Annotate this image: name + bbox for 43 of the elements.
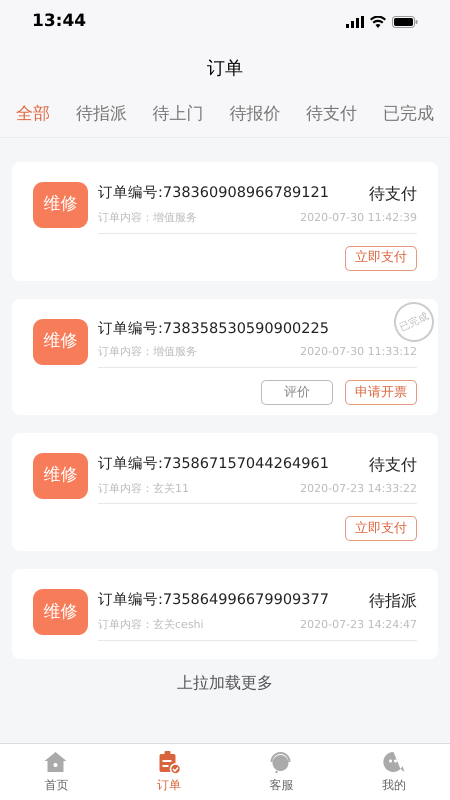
order-card[interactable]: 维修 订单编号:735864996679909377 待指派 订单内容：玄关ceshi 2020-07-23 14:24:47: [12, 569, 438, 659]
filter-tab[interactable]: 待支付: [306, 102, 358, 128]
category-badge: 维修: [33, 452, 88, 499]
order-status: 待支付: [369, 454, 417, 476]
order-card[interactable]: 维修 订单编号:738358530590900225 订单内容：增值服务 2020-07-30 11:33:12 评价 申请开票 已完成: [12, 298, 438, 415]
order-card[interactable]: 维修 订单编号:735867157044264961 待支付 订单内容：玄关11 2020-07-23 14:33:22 立即支付: [12, 432, 438, 552]
load-more-text: 上拉加载更多: [177, 672, 273, 694]
filter-tab[interactable]: 全部: [16, 102, 50, 128]
signal-icon: [346, 16, 364, 28]
order-content: 订单内容：增值服务: [98, 210, 197, 226]
order-status: 待支付: [369, 183, 417, 205]
order-number: 订单编号:735864996679909377: [98, 591, 329, 610]
filter-tab[interactable]: 待指派: [76, 102, 127, 128]
order-card[interactable]: 维修 订单编号:738360908966789121 待支付 订单内容：增值服务 2020-07-30 11:42:39 立即支付: [12, 162, 438, 280]
chat-face-icon: [380, 750, 407, 774]
action-button[interactable]: 立即支付: [345, 246, 417, 270]
action-button[interactable]: 申请开票: [345, 380, 417, 405]
battery-icon: [392, 16, 418, 28]
order-status: 待指派: [369, 590, 417, 612]
filter-tab[interactable]: 待报价: [229, 102, 280, 128]
bottom-nav-tab[interactable]: 我的: [338, 744, 450, 800]
order-number: 订单编号:738358530590900225: [98, 320, 329, 338]
action-button[interactable]: 立即支付: [345, 516, 417, 542]
bottom-nav-tab[interactable]: 订单: [112, 744, 225, 800]
order-content: 订单内容：玄关11: [98, 480, 189, 497]
page-title: 订单: [207, 56, 243, 80]
category-badge: 维修: [33, 318, 88, 364]
order-time: 2020-07-23 14:33:22: [300, 480, 417, 497]
category-badge: 维修: [33, 589, 88, 636]
order-content: 订单内容：增值服务: [98, 344, 197, 360]
bottom-nav-tab[interactable]: 首页: [0, 744, 112, 800]
wifi-icon: [370, 16, 386, 28]
order-content: 订单内容：玄关ceshi: [98, 617, 204, 634]
category-badge: 维修: [33, 182, 88, 228]
order-number: 订单编号:738360908966789121: [98, 184, 329, 204]
secondary-button[interactable]: 评价: [261, 380, 333, 405]
order-number: 订单编号:735867157044264961: [98, 454, 329, 474]
status-time: 13:44: [32, 10, 86, 34]
order-time: 2020-07-23 14:24:47: [300, 617, 417, 634]
bottom-nav-tab[interactable]: 客服: [225, 744, 338, 800]
filter-tab[interactable]: 待上门: [152, 102, 204, 128]
order-time: 2020-07-30 11:42:39: [300, 210, 417, 226]
filter-tab[interactable]: 已完成: [382, 102, 434, 128]
